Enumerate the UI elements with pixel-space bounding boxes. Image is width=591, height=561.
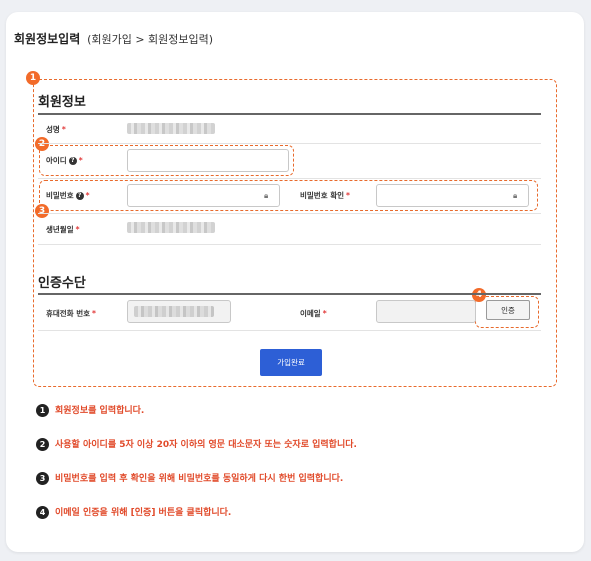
row-divider: [38, 213, 541, 214]
required-mark: *: [85, 191, 90, 200]
instruction-2: 2 사용할 아이디를 5자 이상 20자 이하의 영문 대소문자 또는 숫자로 입…: [36, 437, 357, 451]
lock-icon: 🔒︎: [264, 191, 269, 200]
email-input[interactable]: [376, 300, 476, 323]
password-label: 비밀번호? *: [46, 190, 90, 201]
phone-value-blurred: [134, 306, 214, 317]
member-info-divider: [38, 113, 541, 115]
instruction-number: 3: [36, 472, 49, 485]
instruction-text: 사용할 아이디를 5자 이상 20자 이하의 영문 대소문자 또는 숫자로 입력…: [55, 440, 357, 450]
verification-divider: [38, 293, 541, 295]
verification-section-title: 인증수단: [38, 276, 86, 291]
instruction-text: 회원정보를 입력합니다.: [55, 406, 145, 416]
page-title-main: 회원정보입력: [14, 32, 81, 46]
birth-value-blurred: [127, 222, 215, 233]
birth-label-text: 생년월일: [46, 225, 74, 234]
instruction-3: 3 비밀번호를 입력 후 확인을 위해 비밀번호를 동일하게 다시 한번 입력합니…: [36, 471, 343, 485]
help-icon[interactable]: ?: [68, 157, 77, 165]
callout-box-member-form: [33, 79, 557, 387]
password-confirm-label: 비밀번호 확인 *: [300, 190, 350, 201]
row-divider: [38, 330, 541, 331]
password-confirm-label-text: 비밀번호 확인: [300, 191, 345, 200]
name-label: 성명 *: [46, 124, 66, 135]
page-title: 회원정보입력 (회원가입 > 회원정보입력): [14, 30, 213, 47]
email-label-text: 이메일: [300, 309, 321, 318]
callout-badge-2: 2: [35, 137, 49, 151]
row-divider: [38, 178, 541, 179]
id-input[interactable]: [127, 149, 289, 172]
instruction-number: 2: [36, 438, 49, 451]
callout-badge-3: 3: [35, 204, 49, 218]
instruction-text: 이메일 인증을 위해 [인증] 버튼을 클릭합니다.: [55, 508, 232, 518]
phone-input[interactable]: [127, 300, 231, 323]
id-label-text: 아이디: [46, 156, 67, 165]
row-divider: [38, 143, 541, 144]
lock-icon: 🔒︎: [513, 191, 518, 200]
instruction-4: 4 이메일 인증을 위해 [인증] 버튼을 클릭합니다.: [36, 505, 231, 519]
callout-badge-1: 1: [26, 71, 40, 85]
email-label: 이메일 *: [300, 308, 327, 319]
required-mark: *: [92, 309, 96, 318]
instruction-1: 1 회원정보를 입력합니다.: [36, 403, 144, 417]
instruction-number: 4: [36, 506, 49, 519]
instruction-number: 1: [36, 404, 49, 417]
id-label: 아이디? *: [46, 155, 83, 166]
name-label-text: 성명: [46, 125, 60, 134]
submit-button[interactable]: 가입완료: [260, 349, 322, 376]
password-confirm-input[interactable]: 🔒︎: [376, 184, 529, 207]
required-mark: *: [322, 309, 327, 318]
password-input[interactable]: 🔒︎: [127, 184, 280, 207]
birth-label: 생년월일 *: [46, 224, 80, 235]
required-mark: *: [61, 125, 66, 134]
name-value-blurred: [127, 123, 215, 134]
required-mark: *: [78, 156, 83, 165]
help-icon[interactable]: ?: [75, 192, 84, 200]
instruction-text: 비밀번호를 입력 후 확인을 위해 비밀번호를 동일하게 다시 한번 입력합니다…: [55, 474, 344, 484]
member-info-section-title: 회원정보: [38, 95, 86, 110]
password-label-text: 비밀번호: [46, 191, 74, 200]
verify-button[interactable]: 인증: [486, 300, 530, 320]
phone-label: 휴대전화 번호 *: [46, 308, 96, 319]
required-mark: *: [75, 225, 80, 234]
row-divider: [38, 244, 541, 245]
required-mark: *: [346, 191, 350, 200]
phone-label-text: 휴대전화 번호: [46, 309, 91, 318]
breadcrumb: (회원가입 > 회원정보입력): [87, 33, 214, 46]
